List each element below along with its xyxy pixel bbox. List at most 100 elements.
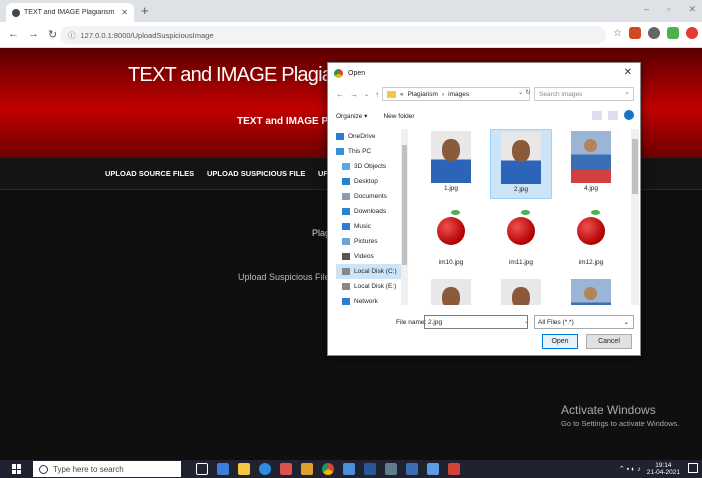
breadcrumb-plagiarism[interactable]: Plagiarism (408, 91, 438, 98)
chrome-logo-icon (334, 68, 343, 78)
file-tile[interactable] (560, 277, 622, 305)
file-tile[interactable]: im11.jpg (490, 203, 552, 273)
app-icon[interactable] (301, 463, 313, 475)
app-icon[interactable] (343, 463, 355, 475)
nav-pane-scrollbar[interactable] (401, 129, 408, 305)
file-tile[interactable] (420, 277, 482, 305)
dialog-forward-icon[interactable]: → (350, 90, 358, 99)
organize-button[interactable]: Organize ▾ (336, 112, 367, 120)
tray-icons[interactable]: ⌃ ▪ ◐ ♪ (619, 465, 641, 473)
extension-icon[interactable] (648, 27, 660, 39)
file-tile[interactable]: 1.jpg (420, 129, 482, 199)
file-tile[interactable]: im10.jpg (420, 203, 482, 273)
nav-pane-item-label: Desktop (354, 178, 378, 185)
search-icon: ⌕ (625, 90, 629, 97)
breadcrumb-images[interactable]: images (448, 91, 469, 98)
minimize-button[interactable]: – (644, 4, 649, 15)
nav-pane-item[interactable]: Documents (336, 189, 408, 204)
cancel-button[interactable]: Cancel (586, 334, 632, 349)
dialog-up-icon[interactable]: ↑ (375, 90, 379, 99)
task-view-icon[interactable] (196, 463, 208, 475)
disk-icon (342, 283, 350, 290)
maximize-button[interactable]: ▫ (667, 4, 670, 15)
dialog-title: Open (348, 69, 366, 77)
nav-pane-item[interactable]: OneDrive (336, 129, 408, 144)
clock[interactable]: 19:14 21-04-2021 (647, 462, 680, 476)
extension-icon[interactable] (686, 27, 698, 39)
browser-tab[interactable]: TEXT and IMAGE Plagiarism Dete ✕ (6, 3, 134, 22)
dialog-search-placeholder: Search images (539, 90, 583, 98)
close-window-button[interactable]: ✕ (688, 4, 696, 15)
nav-pane-item[interactable]: Downloads (336, 204, 408, 219)
file-tile[interactable]: 2.jpg (490, 129, 552, 199)
nav-pane-item[interactable]: Network (336, 294, 408, 305)
file-explorer-icon[interactable] (238, 463, 250, 475)
reload-icon[interactable]: ↻ (48, 28, 57, 41)
taskbar-search-placeholder: Type here to search (53, 464, 124, 474)
nav-pane-item-label: 3D Objects (354, 163, 387, 170)
nav-pane-item[interactable]: Local Disk (E:) (336, 279, 408, 294)
file-name: 1.jpg (443, 185, 459, 192)
notification-icon[interactable] (688, 463, 698, 473)
dialog-search-input[interactable]: Search images ⌕ (534, 87, 634, 101)
windows-start-icon[interactable] (12, 464, 22, 474)
photo-thumbnail (501, 132, 541, 184)
file-tile[interactable]: im12.jpg (560, 203, 622, 273)
browser-tabbar: TEXT and IMAGE Plagiarism Dete ✕ + – ▫ ✕ (0, 0, 702, 22)
open-file-dialog: Open ✕ ← → ⌄ ↑ « Plagiarism › images ⌄ ↻… (327, 62, 641, 356)
breadcrumb-overflow[interactable]: « (400, 91, 404, 98)
app-icon[interactable] (385, 463, 397, 475)
nav-pane-item-label: Documents (354, 193, 387, 200)
edge-icon[interactable] (259, 463, 271, 475)
url-text: 127.0.0.1:8000/UploadSuspiciousImage (80, 30, 214, 40)
back-icon[interactable]: ← (8, 28, 19, 41)
change-view-icon[interactable] (592, 110, 602, 120)
nav-pane-item-label: Videos (354, 253, 374, 260)
extension-icon[interactable] (629, 27, 641, 39)
file-tile[interactable] (490, 277, 552, 305)
filetype-select[interactable]: All Files (*.*) ⌄ (534, 315, 634, 329)
help-icon[interactable] (624, 110, 634, 120)
info-icon[interactable]: ⓘ (68, 30, 76, 41)
chrome-icon[interactable] (322, 463, 334, 475)
bookmark-star-icon[interactable]: ☆ (613, 28, 622, 39)
url-input[interactable]: ⓘ 127.0.0.1:8000/UploadSuspiciousImage (60, 26, 606, 44)
nav-pane-item[interactable]: Local Disk (C:) (336, 264, 408, 279)
dialog-close-button[interactable]: ✕ (624, 67, 632, 78)
app-icon[interactable] (406, 463, 418, 475)
open-button[interactable]: Open (542, 334, 578, 349)
tab-close-icon[interactable]: ✕ (121, 8, 128, 17)
file-tile[interactable]: 4.jpg (560, 129, 622, 199)
filename-dropdown-icon[interactable]: ⌄ (524, 318, 529, 325)
new-folder-button[interactable]: New folder (383, 113, 414, 120)
menu-upload-source-files[interactable]: UPLOAD SOURCE FILES (105, 169, 194, 178)
forward-icon[interactable]: → (28, 28, 39, 41)
app-icon[interactable] (280, 463, 292, 475)
taskbar-search-input[interactable]: Type here to search (33, 461, 181, 477)
file-grid-scrollbar[interactable] (631, 129, 639, 305)
nav-pane-item[interactable]: Videos (336, 249, 408, 264)
dialog-back-icon[interactable]: ← (336, 90, 344, 99)
folder-icon (387, 90, 396, 98)
filename-label: File name: (396, 319, 427, 326)
app-icon[interactable] (427, 463, 439, 475)
menu-upload-suspicious-file[interactable]: UPLOAD SUSPICIOUS FILE (207, 169, 305, 178)
nav-pane-item[interactable]: Music (336, 219, 408, 234)
breadcrumb-controls[interactable]: ⌄ ↻ (518, 88, 531, 96)
dialog-recent-icon[interactable]: ⌄ (364, 91, 369, 98)
picture-icon (342, 238, 350, 245)
dialog-breadcrumb[interactable]: « Plagiarism › images (382, 87, 530, 101)
video-icon (342, 253, 350, 260)
new-tab-icon[interactable]: + (141, 3, 149, 18)
extension-icon[interactable] (667, 27, 679, 39)
filename-input[interactable]: 2.jpg (424, 315, 528, 329)
nav-pane-item[interactable]: Desktop (336, 174, 408, 189)
word-icon[interactable] (364, 463, 376, 475)
tab-title: TEXT and IMAGE Plagiarism Dete (24, 9, 117, 16)
preview-pane-icon[interactable] (608, 110, 618, 120)
nav-pane-item[interactable]: 3D Objects (336, 159, 408, 174)
nav-pane-item[interactable]: Pictures (336, 234, 408, 249)
app-icon[interactable] (217, 463, 229, 475)
nav-pane-item[interactable]: This PC (336, 144, 408, 159)
app-icon[interactable] (448, 463, 460, 475)
